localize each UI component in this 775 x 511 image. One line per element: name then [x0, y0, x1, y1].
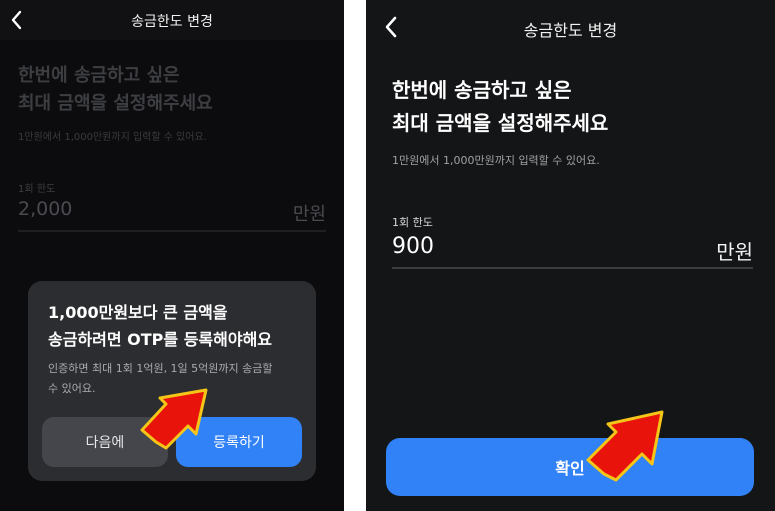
header: 송금한도 변경	[0, 0, 344, 40]
left-screen: 송금한도 변경 한번에 송금하고 싶은 최대 금액을 설정해주세요 1만원에서 …	[0, 0, 344, 511]
amount-unit: 만원	[292, 204, 326, 225]
heading-line-1: 한번에 송금하고 싶은	[392, 78, 572, 102]
heading-line-2: 최대 금액을 설정해주세요	[18, 93, 213, 114]
register-otp-button[interactable]: 등록하기	[176, 417, 302, 467]
dialog-title-line-2: 송금하려면 OTP를 등록해야해요	[48, 330, 273, 349]
dialog-body-line-1: 인증하면 최대 1회 1억원, 1일 5억원까지 송금할	[48, 362, 273, 375]
later-button[interactable]: 다음에	[42, 417, 168, 467]
header: 송금한도 변경	[366, 0, 775, 52]
confirm-button[interactable]: 확인	[386, 438, 754, 496]
otp-dialog: 1,000만원보다 큰 금액을 송금하려면 OTP를 등록해야해요 인증하면 최…	[28, 281, 316, 481]
divider	[344, 0, 366, 511]
per-transfer-limit-label: 1회 한도	[392, 216, 433, 229]
limit-hint: 1만원에서 1,000만원까지 입력할 수 있어요.	[392, 154, 600, 167]
page-title: 송금한도 변경	[523, 21, 618, 40]
amount-input[interactable]	[392, 234, 612, 259]
dialog-body: 인증하면 최대 1회 1억원, 1일 5억원까지 송금할 수 있어요.	[48, 359, 303, 399]
dialog-title: 1,000만원보다 큰 금액을 송금하려면 OTP를 등록해야해요	[48, 299, 308, 353]
dialog-title-line-1: 1,000만원보다 큰 금액을	[48, 303, 228, 322]
heading-line-1: 한번에 송금하고 싶은	[18, 65, 180, 86]
heading: 한번에 송금하고 싶은 최대 금액을 설정해주세요	[18, 62, 213, 118]
amount-input[interactable]	[18, 198, 198, 220]
heading-line-2: 최대 금액을 설정해주세요	[392, 111, 609, 135]
amount-underline	[18, 230, 326, 232]
limit-hint: 1만원에서 1,000만원까지 입력할 수 있어요.	[18, 132, 207, 143]
right-screen: 송금한도 변경 한번에 송금하고 싶은 최대 금액을 설정해주세요 1만원에서 …	[366, 0, 775, 511]
heading: 한번에 송금하고 싶은 최대 금액을 설정해주세요	[392, 74, 608, 140]
per-transfer-limit-label: 1회 한도	[18, 184, 56, 195]
amount-underline	[392, 267, 753, 269]
page-title: 송금한도 변경	[131, 14, 213, 30]
dialog-body-line-2: 수 있어요.	[48, 382, 96, 395]
amount-unit: 만원	[716, 240, 753, 264]
